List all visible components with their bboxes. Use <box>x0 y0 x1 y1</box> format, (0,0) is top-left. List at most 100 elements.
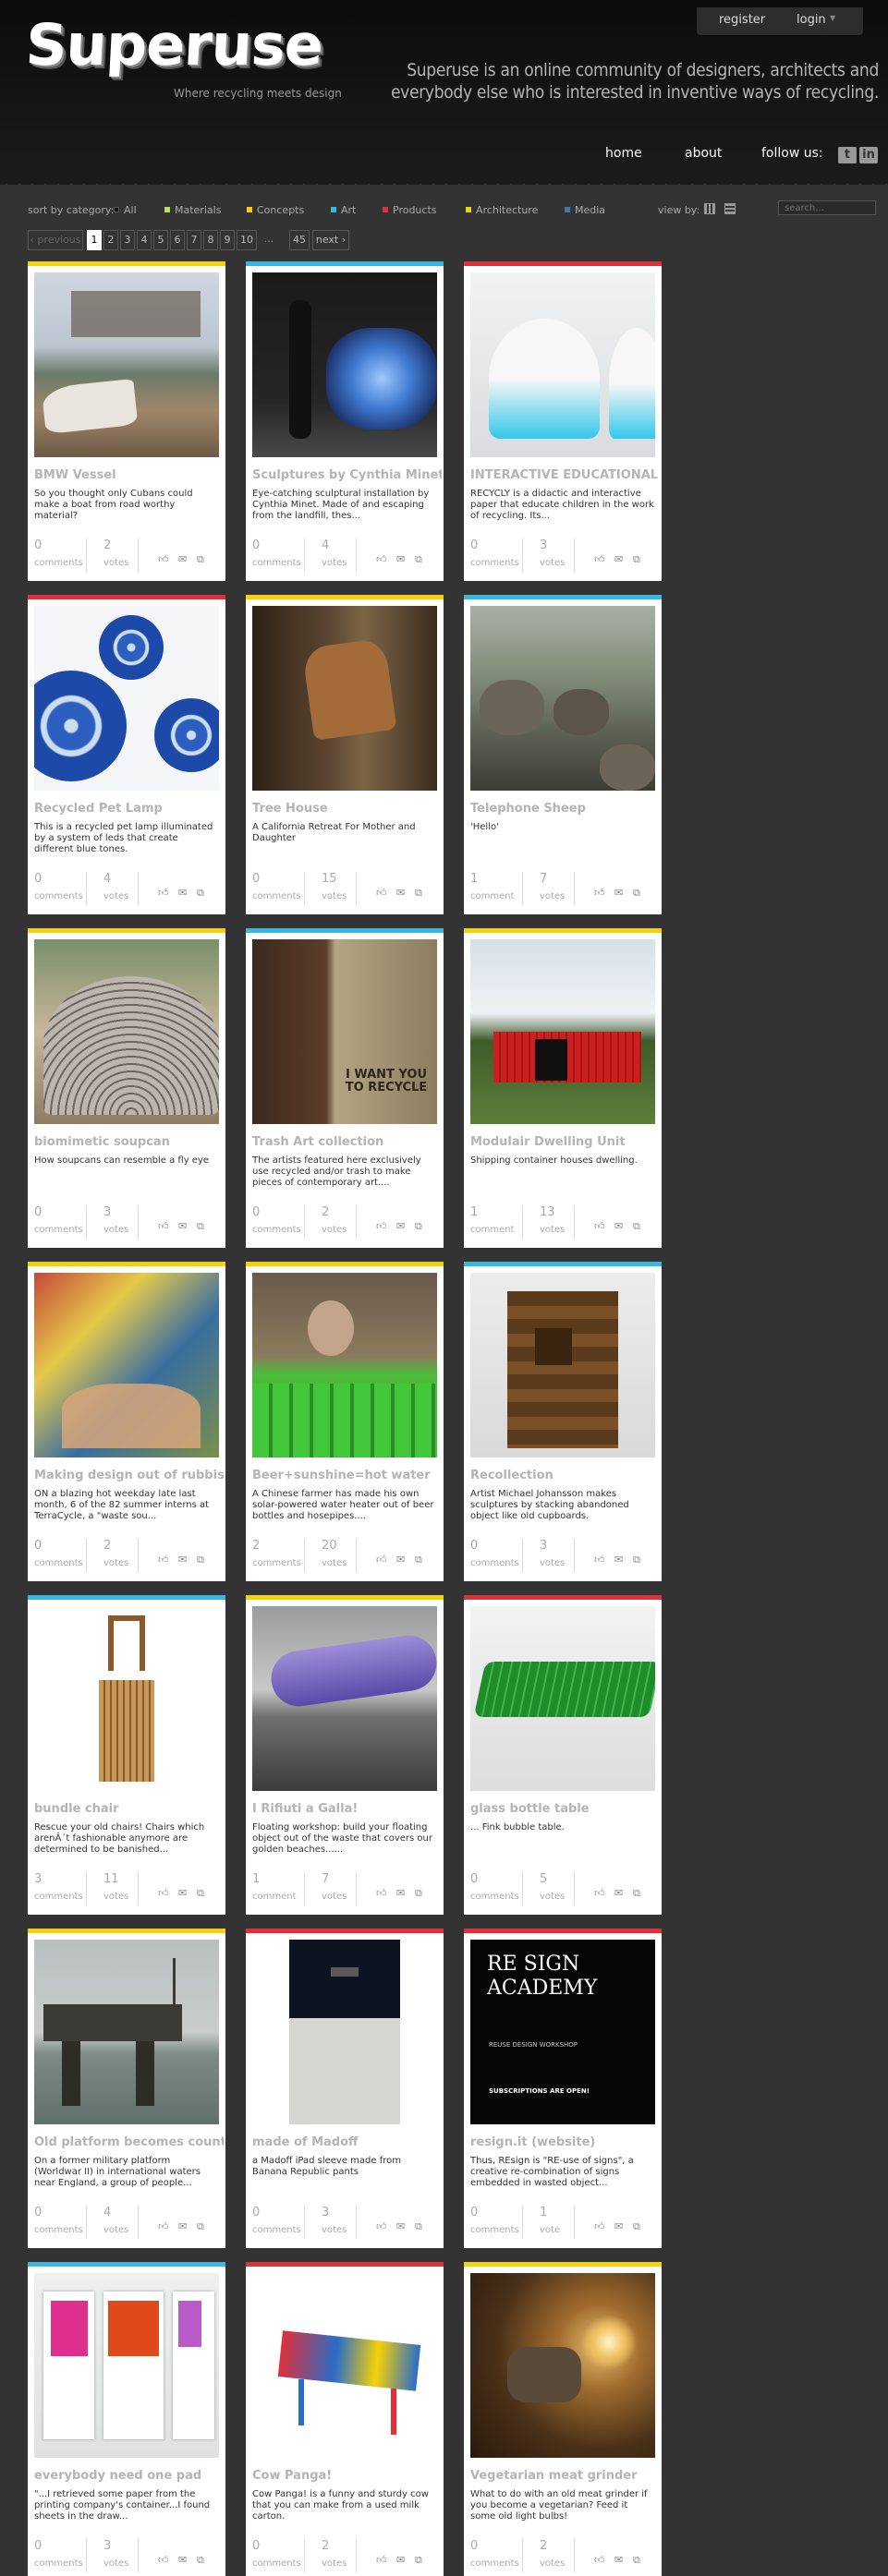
project-card[interactable]: Making design out of rubbish ON a blazing… <box>28 1262 225 1581</box>
share-icon[interactable]: ⧉ <box>415 1887 422 1900</box>
project-title[interactable]: Recycled Pet Lamp <box>34 802 224 816</box>
nav-home[interactable]: home <box>605 146 642 161</box>
project-thumbnail[interactable] <box>470 2273 655 2458</box>
project-title[interactable]: Modulair Dwelling Unit <box>470 1135 660 1149</box>
category-art[interactable]: Art <box>331 204 356 216</box>
thumbs-up-icon[interactable]: 👍︎ <box>158 2554 169 2566</box>
email-icon[interactable]: ✉ <box>178 553 187 565</box>
thumbs-up-icon[interactable]: 👍︎ <box>376 553 387 565</box>
project-card[interactable]: BMW Vessel So you thought only Cubans cou… <box>28 261 225 581</box>
project-card[interactable]: everybody need one pad "...I retrieved so… <box>28 2262 225 2576</box>
email-icon[interactable]: ✉ <box>396 1887 405 1899</box>
email-icon[interactable]: ✉ <box>396 2220 405 2232</box>
project-card[interactable]: Tree House A California Retreat For Mothe… <box>246 595 444 914</box>
category-concepts[interactable]: Concepts <box>247 204 304 216</box>
page-5[interactable]: 5 <box>153 230 168 250</box>
project-thumbnail[interactable] <box>252 272 437 457</box>
page-9[interactable]: 9 <box>220 230 235 250</box>
twitter-icon[interactable]: t <box>838 147 857 163</box>
project-thumbnail[interactable]: I WANT YOU TO RECYCLE <box>252 939 437 1124</box>
email-icon[interactable]: ✉ <box>396 887 405 899</box>
thumbs-up-icon[interactable]: 👍︎ <box>594 887 605 899</box>
page-7[interactable]: 7 <box>187 230 201 250</box>
project-title[interactable]: Cow Panga! <box>252 2469 442 2483</box>
project-title[interactable]: INTERACTIVE EDUCATIONAL <box>470 468 660 482</box>
share-icon[interactable]: ⧉ <box>633 2554 640 2567</box>
share-icon[interactable]: ⧉ <box>633 887 640 900</box>
grid-view-icon[interactable] <box>704 203 715 214</box>
share-icon[interactable]: ⧉ <box>415 887 422 900</box>
project-thumbnail[interactable] <box>252 2273 437 2458</box>
thumbs-up-icon[interactable]: 👍︎ <box>376 1887 387 1899</box>
project-thumbnail[interactable] <box>470 606 655 791</box>
project-title[interactable]: Telephone Sheep <box>470 802 660 816</box>
thumbs-up-icon[interactable]: 👍︎ <box>594 2220 605 2232</box>
project-card[interactable]: Recollection Artist Michael Johansson mak… <box>464 1262 662 1581</box>
share-icon[interactable]: ⧉ <box>415 1554 422 1566</box>
project-card[interactable]: Beer+sunshine=hot water A Chinese farmer … <box>246 1262 444 1581</box>
project-thumbnail[interactable]: RE SIGN ACADEMY REUSE DESIGN WORKSHOP SUBS… <box>470 1940 655 2124</box>
thumbs-up-icon[interactable]: 👍︎ <box>594 1554 605 1566</box>
project-thumbnail[interactable] <box>252 606 437 791</box>
thumbs-up-icon[interactable]: 👍︎ <box>594 1887 605 1899</box>
project-thumbnail[interactable] <box>34 2273 219 2458</box>
project-thumbnail[interactable] <box>34 1606 219 1791</box>
project-card[interactable]: INTERACTIVE EDUCATIONAL RECYCLY is a dida… <box>464 261 662 581</box>
page-3[interactable]: 3 <box>120 230 135 250</box>
project-title[interactable]: Making design out of rubbish <box>34 1469 224 1482</box>
page-2[interactable]: 2 <box>103 230 118 250</box>
thumbs-up-icon[interactable]: 👍︎ <box>158 553 169 565</box>
share-icon[interactable]: ⧉ <box>633 1554 640 1566</box>
email-icon[interactable]: ✉ <box>178 1220 187 1232</box>
email-icon[interactable]: ✉ <box>396 553 405 565</box>
email-icon[interactable]: ✉ <box>614 1554 623 1566</box>
email-icon[interactable]: ✉ <box>396 2554 405 2566</box>
email-icon[interactable]: ✉ <box>614 887 623 899</box>
email-icon[interactable]: ✉ <box>614 2220 623 2232</box>
project-thumbnail[interactable] <box>470 272 655 457</box>
email-icon[interactable]: ✉ <box>178 2554 187 2566</box>
project-title[interactable]: Sculptures by Cynthia Minet <box>252 468 442 482</box>
project-title[interactable]: everybody need one pad <box>34 2469 224 2483</box>
project-card[interactable]: Old platform becomes country On a former … <box>28 1929 225 2248</box>
project-title[interactable]: glass bottle table <box>470 1802 660 1816</box>
pagination-next[interactable]: next › <box>312 230 349 250</box>
project-title[interactable]: biomimetic soupcan <box>34 1135 224 1149</box>
email-icon[interactable]: ✉ <box>178 2220 187 2232</box>
project-card[interactable]: RE SIGN ACADEMY REUSE DESIGN WORKSHOP SUBS… <box>464 1929 662 2248</box>
register-link[interactable]: register <box>719 13 765 27</box>
email-icon[interactable]: ✉ <box>396 1220 405 1232</box>
share-icon[interactable]: ⧉ <box>633 2220 640 2233</box>
project-card[interactable]: Cow Panga! Cow Panga! is a funny and stur… <box>246 2262 444 2576</box>
project-card[interactable]: Sculptures by Cynthia Minet Eye-catching … <box>246 261 444 581</box>
thumbs-up-icon[interactable]: 👍︎ <box>158 1220 169 1232</box>
nav-about[interactable]: about <box>685 146 722 161</box>
project-card[interactable]: Recycled Pet Lamp This is a recycled pet … <box>28 595 225 914</box>
project-title[interactable]: Beer+sunshine=hot water <box>252 1469 442 1482</box>
logo-wordmark[interactable]: Superuse <box>24 11 324 79</box>
share-icon[interactable]: ⧉ <box>415 1220 422 1233</box>
project-card[interactable]: bundle chair Rescue your old chairs! Chai… <box>28 1595 225 1915</box>
thumbs-up-icon[interactable]: 👍︎ <box>158 1887 169 1899</box>
project-title[interactable]: made of Madoff <box>252 2135 442 2149</box>
share-icon[interactable]: ⧉ <box>197 1554 204 1566</box>
category-all[interactable]: All <box>114 204 137 216</box>
thumbs-up-icon[interactable]: 👍︎ <box>594 1220 605 1232</box>
project-card[interactable]: Vegetarian meat grinder What to do with a… <box>464 2262 662 2576</box>
thumbs-up-icon[interactable]: 👍︎ <box>376 887 387 899</box>
page-8[interactable]: 8 <box>203 230 218 250</box>
project-title[interactable]: Vegetarian meat grinder <box>470 2469 660 2483</box>
project-title[interactable]: Trash Art collection <box>252 1135 442 1149</box>
project-title[interactable]: Recollection <box>470 1469 660 1482</box>
share-icon[interactable]: ⧉ <box>197 887 204 900</box>
share-icon[interactable]: ⧉ <box>197 1220 204 1233</box>
share-icon[interactable]: ⧉ <box>197 2220 204 2233</box>
email-icon[interactable]: ✉ <box>614 1220 623 1232</box>
email-icon[interactable]: ✉ <box>614 2554 623 2566</box>
list-view-icon[interactable] <box>724 203 736 214</box>
project-title[interactable]: Old platform becomes country <box>34 2135 224 2149</box>
category-materials[interactable]: Materials <box>164 204 221 216</box>
project-thumbnail[interactable] <box>252 1606 437 1791</box>
email-icon[interactable]: ✉ <box>178 887 187 899</box>
page-10[interactable]: 10 <box>237 230 257 250</box>
